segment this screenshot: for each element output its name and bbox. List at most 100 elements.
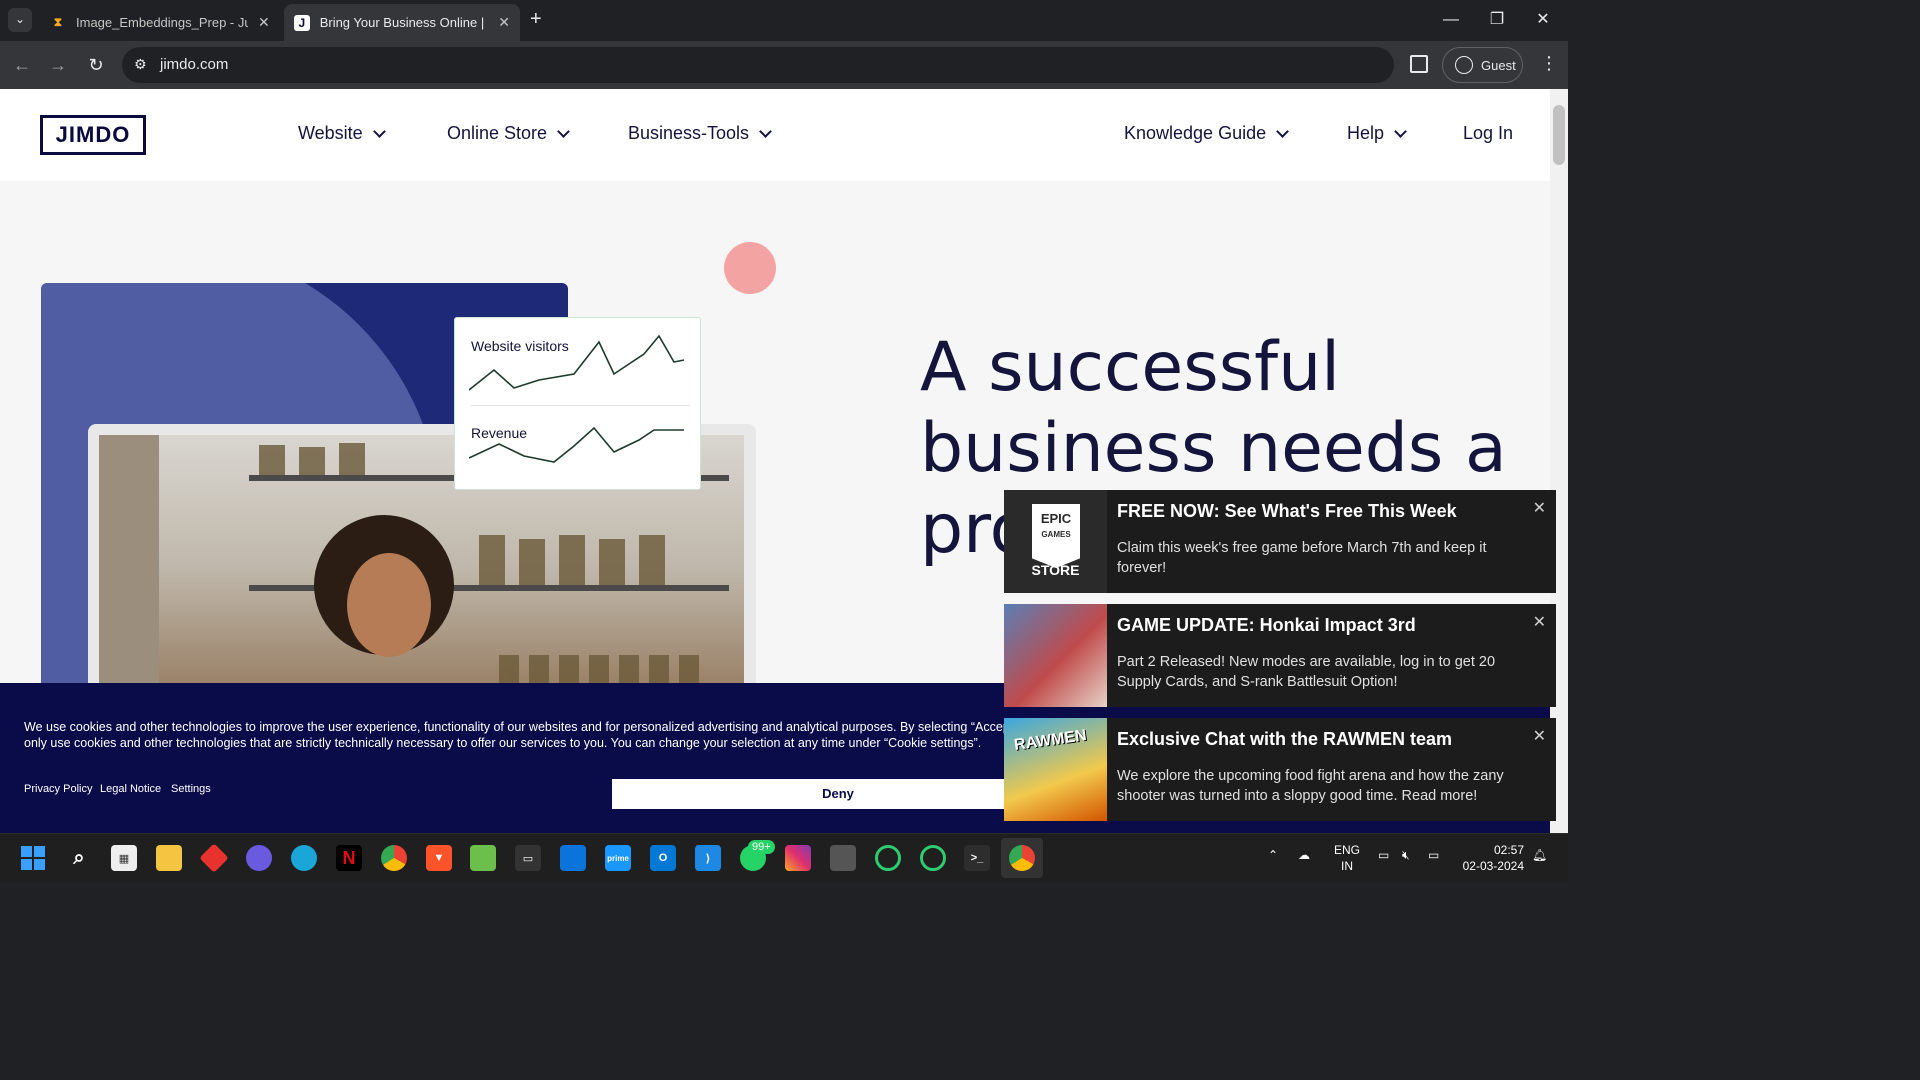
chevron-up-icon[interactable]: ⌃ (1268, 848, 1278, 862)
profile-icon (1455, 56, 1473, 74)
close-icon[interactable]: ✕ (1533, 612, 1546, 632)
nav-business-tools[interactable]: Business-Tools (628, 123, 772, 144)
notification-epic-free[interactable]: EPIC GAMES STORE FREE NOW: See What's Fre… (1004, 490, 1556, 593)
powershell-icon[interactable]: >_ (964, 845, 990, 871)
network-icon[interactable]: ▭ (1378, 848, 1389, 862)
tab-jupyter[interactable]: ⧗ Image_Embeddings_Prep - Jupy ✕ (40, 4, 280, 41)
notification-body: Claim this week's free game before March… (1117, 540, 1487, 576)
nav-help[interactable]: Help (1347, 123, 1407, 144)
hourglass-icon: ⧗ (53, 15, 63, 29)
jimdo-icon: J (294, 14, 310, 31)
nav-online-store[interactable]: Online Store (447, 123, 570, 144)
nav-label: Knowledge Guide (1124, 123, 1267, 143)
close-window-button[interactable]: ✕ (1520, 8, 1566, 32)
privacy-policy-link[interactable]: Privacy Policy (24, 783, 92, 795)
tab-search-button[interactable]: ⌄ (8, 8, 32, 32)
lang-code: ENG (1334, 843, 1361, 857)
notification-title: Exclusive Chat with the RAWMEN team (1117, 729, 1453, 749)
profile-button[interactable]: Guest (1442, 47, 1523, 83)
cookie-text-line: only use cookies and other technologies … (24, 736, 982, 750)
minimize-button[interactable]: — (1428, 8, 1474, 32)
date: 02-03-2024 (1462, 859, 1524, 873)
outlook-icon[interactable]: O (650, 845, 676, 871)
photos-icon[interactable] (470, 845, 496, 871)
visitors-sparkline (469, 334, 685, 391)
rawmen-thumbnail: RAWMEN (1004, 718, 1107, 821)
restore-button[interactable]: ❐ (1474, 8, 1520, 32)
reload-icon[interactable]: ↻ (84, 53, 108, 77)
netflix-icon[interactable]: N (336, 845, 362, 871)
nav-knowledge-guide[interactable]: Knowledge Guide (1124, 123, 1289, 144)
new-tab-button[interactable]: + (530, 8, 542, 31)
app-red-icon[interactable] (199, 843, 229, 873)
nav-website[interactable]: Website (298, 123, 386, 144)
chevron-down-icon (557, 124, 570, 138)
address-bar[interactable]: ⚙ jimdo.com (122, 47, 1394, 83)
login-link[interactable]: Log In (1463, 123, 1513, 144)
spinner-icon[interactable] (875, 845, 901, 871)
card-divider (471, 405, 690, 406)
prime-video-icon[interactable]: prime (605, 845, 631, 871)
app-blue-icon[interactable] (560, 845, 586, 871)
tab-title: Bring Your Business Online | We (319, 15, 489, 30)
cookie-text: We use cookies and other technologies to… (24, 719, 1024, 751)
spinner-icon[interactable] (920, 845, 946, 871)
chevron-down-icon (372, 124, 386, 138)
deny-button[interactable]: Deny (612, 779, 1064, 809)
windows-taskbar: ⌕ ▦ N ▼ ▭ prime O ⟩ 99+ >_ ⌃ ☁ ENG IN ▭ … (0, 833, 1568, 882)
notification-bell-icon[interactable]: 🔔︎ (1532, 848, 1547, 862)
copilot-icon[interactable] (246, 845, 272, 871)
legal-notice-link[interactable]: Legal Notice (100, 783, 161, 795)
menu-icon[interactable]: ⋮ (1540, 53, 1558, 74)
app-window-icon[interactable] (830, 845, 856, 871)
revenue-sparkline (469, 426, 684, 463)
scrollbar-thumb[interactable] (1553, 105, 1565, 165)
site-info-icon[interactable]: ⚙ (134, 56, 152, 74)
chevron-down-icon (1276, 124, 1289, 138)
nav-label: Help (1347, 123, 1385, 143)
close-icon[interactable]: ✕ (1533, 726, 1546, 746)
nav-label: Business-Tools (628, 123, 750, 143)
terminal-icon[interactable]: ▭ (515, 845, 541, 871)
close-tab-icon[interactable]: ✕ (498, 14, 510, 31)
close-icon[interactable]: ✕ (1533, 498, 1546, 518)
back-icon[interactable]: ← (10, 53, 34, 77)
chevron-down-icon (759, 124, 772, 138)
side-panel-icon[interactable] (1410, 55, 1428, 73)
search-icon[interactable]: ⌕ (66, 845, 92, 871)
onedrive-icon[interactable]: ☁ (1298, 848, 1310, 862)
edge-icon[interactable] (291, 845, 317, 871)
notification-rawmen[interactable]: RAWMEN Exclusive Chat with the RAWMEN te… (1004, 718, 1556, 821)
honkai-thumbnail (1004, 604, 1107, 707)
nav-label: Website (298, 123, 363, 143)
browser-toolbar: ← → ↻ ⚙ jimdo.com Guest ⋮ (0, 41, 1568, 89)
chrome-active-icon[interactable] (1009, 845, 1035, 871)
chrome-icon[interactable] (381, 845, 407, 871)
file-explorer-icon[interactable] (156, 845, 182, 871)
instagram-icon[interactable] (785, 845, 811, 871)
notification-honkai[interactable]: GAME UPDATE: Honkai Impact 3rd Part 2 Re… (1004, 604, 1556, 707)
notification-body: Part 2 Released! New modes are available… (1117, 654, 1496, 690)
tab-jimdo[interactable]: J Bring Your Business Online | We ✕ (284, 4, 520, 41)
language-indicator[interactable]: ENG IN (1334, 842, 1360, 874)
region-code: IN (1341, 859, 1353, 873)
forward-icon[interactable]: → (46, 53, 70, 77)
site-header: JIMDO Website Online Store Business-Tool… (0, 89, 1550, 181)
vscode-icon[interactable]: ⟩ (695, 845, 721, 871)
cookie-settings-link[interactable]: Settings (171, 783, 211, 795)
store-icon[interactable]: ▦ (111, 845, 137, 871)
close-tab-icon[interactable]: ✕ (258, 14, 270, 31)
cookie-text-line: We use cookies and other technologies to… (24, 720, 1024, 734)
notification-title: GAME UPDATE: Honkai Impact 3rd (1117, 615, 1416, 635)
battery-icon[interactable]: ▭ (1428, 848, 1439, 862)
notification-body: We explore the upcoming food fight arena… (1117, 768, 1504, 804)
brave-icon[interactable]: ▼ (426, 845, 452, 871)
url-text[interactable]: jimdo.com (160, 56, 228, 73)
chevron-down-icon (1394, 124, 1407, 138)
volume-muted-icon[interactable]: 🔇︎ (1402, 848, 1410, 863)
time: 02:57 (1493, 843, 1524, 857)
start-icon[interactable] (20, 845, 46, 871)
clock[interactable]: 02:57 02-03-2024 (1456, 842, 1524, 874)
whatsapp-badge: 99+ (748, 840, 775, 854)
jimdo-logo[interactable]: JIMDO (40, 115, 146, 155)
